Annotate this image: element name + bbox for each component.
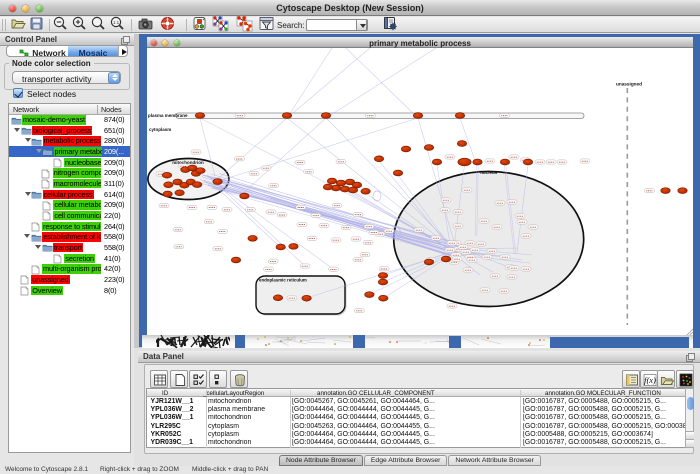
svg-text:1:1: 1:1 xyxy=(113,20,120,25)
svg-text:plasma membrane: plasma membrane xyxy=(148,113,188,118)
svg-text:unassigned: unassigned xyxy=(616,82,642,87)
svg-text:mitochondrion: mitochondrion xyxy=(172,160,204,165)
svg-text:endoplasmic reticulum: endoplasmic reticulum xyxy=(259,278,307,283)
svg-text:f(x): f(x) xyxy=(644,375,656,385)
svg-text:nucleus: nucleus xyxy=(480,170,498,175)
svg-text:cytoplasm: cytoplasm xyxy=(149,127,171,132)
